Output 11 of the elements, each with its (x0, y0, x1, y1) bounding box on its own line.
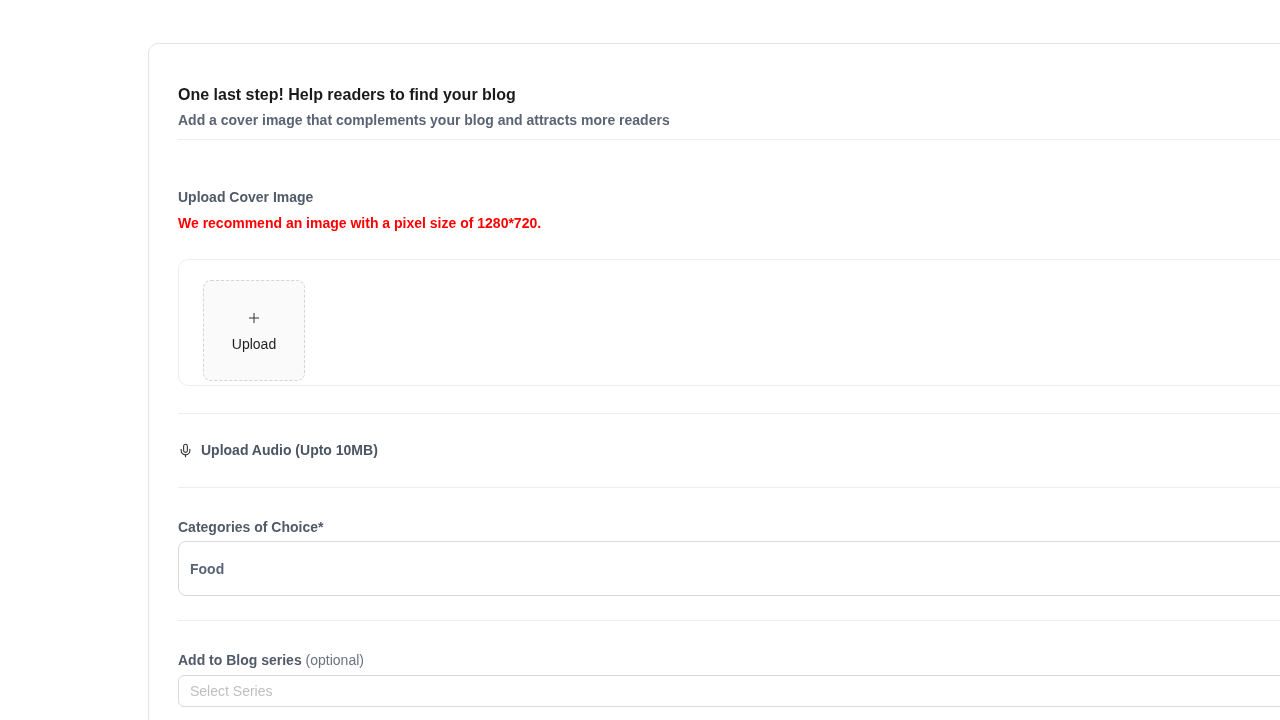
upload-button[interactable]: Upload (203, 280, 305, 381)
series-select-field[interactable]: Select Series (178, 675, 1280, 707)
size-recommendation: We recommend an image with a pixel size of 1280*720. (178, 214, 543, 233)
categories-label: Categories of Choice* (178, 518, 325, 537)
microphone-icon[interactable] (178, 442, 193, 458)
page-title: One last step! Help readers to find your blog (178, 85, 517, 105)
blog-series-label: Add to Blog series (optional) (178, 651, 365, 670)
page-subtitle: Add a cover image that complements your blog and attracts more readers (178, 111, 671, 130)
category-select[interactable]: Food (178, 541, 1280, 596)
cover-image-label: Upload Cover Image (178, 188, 315, 207)
upload-audio-link[interactable]: Upload Audio (Upto 10MB) (201, 440, 378, 460)
